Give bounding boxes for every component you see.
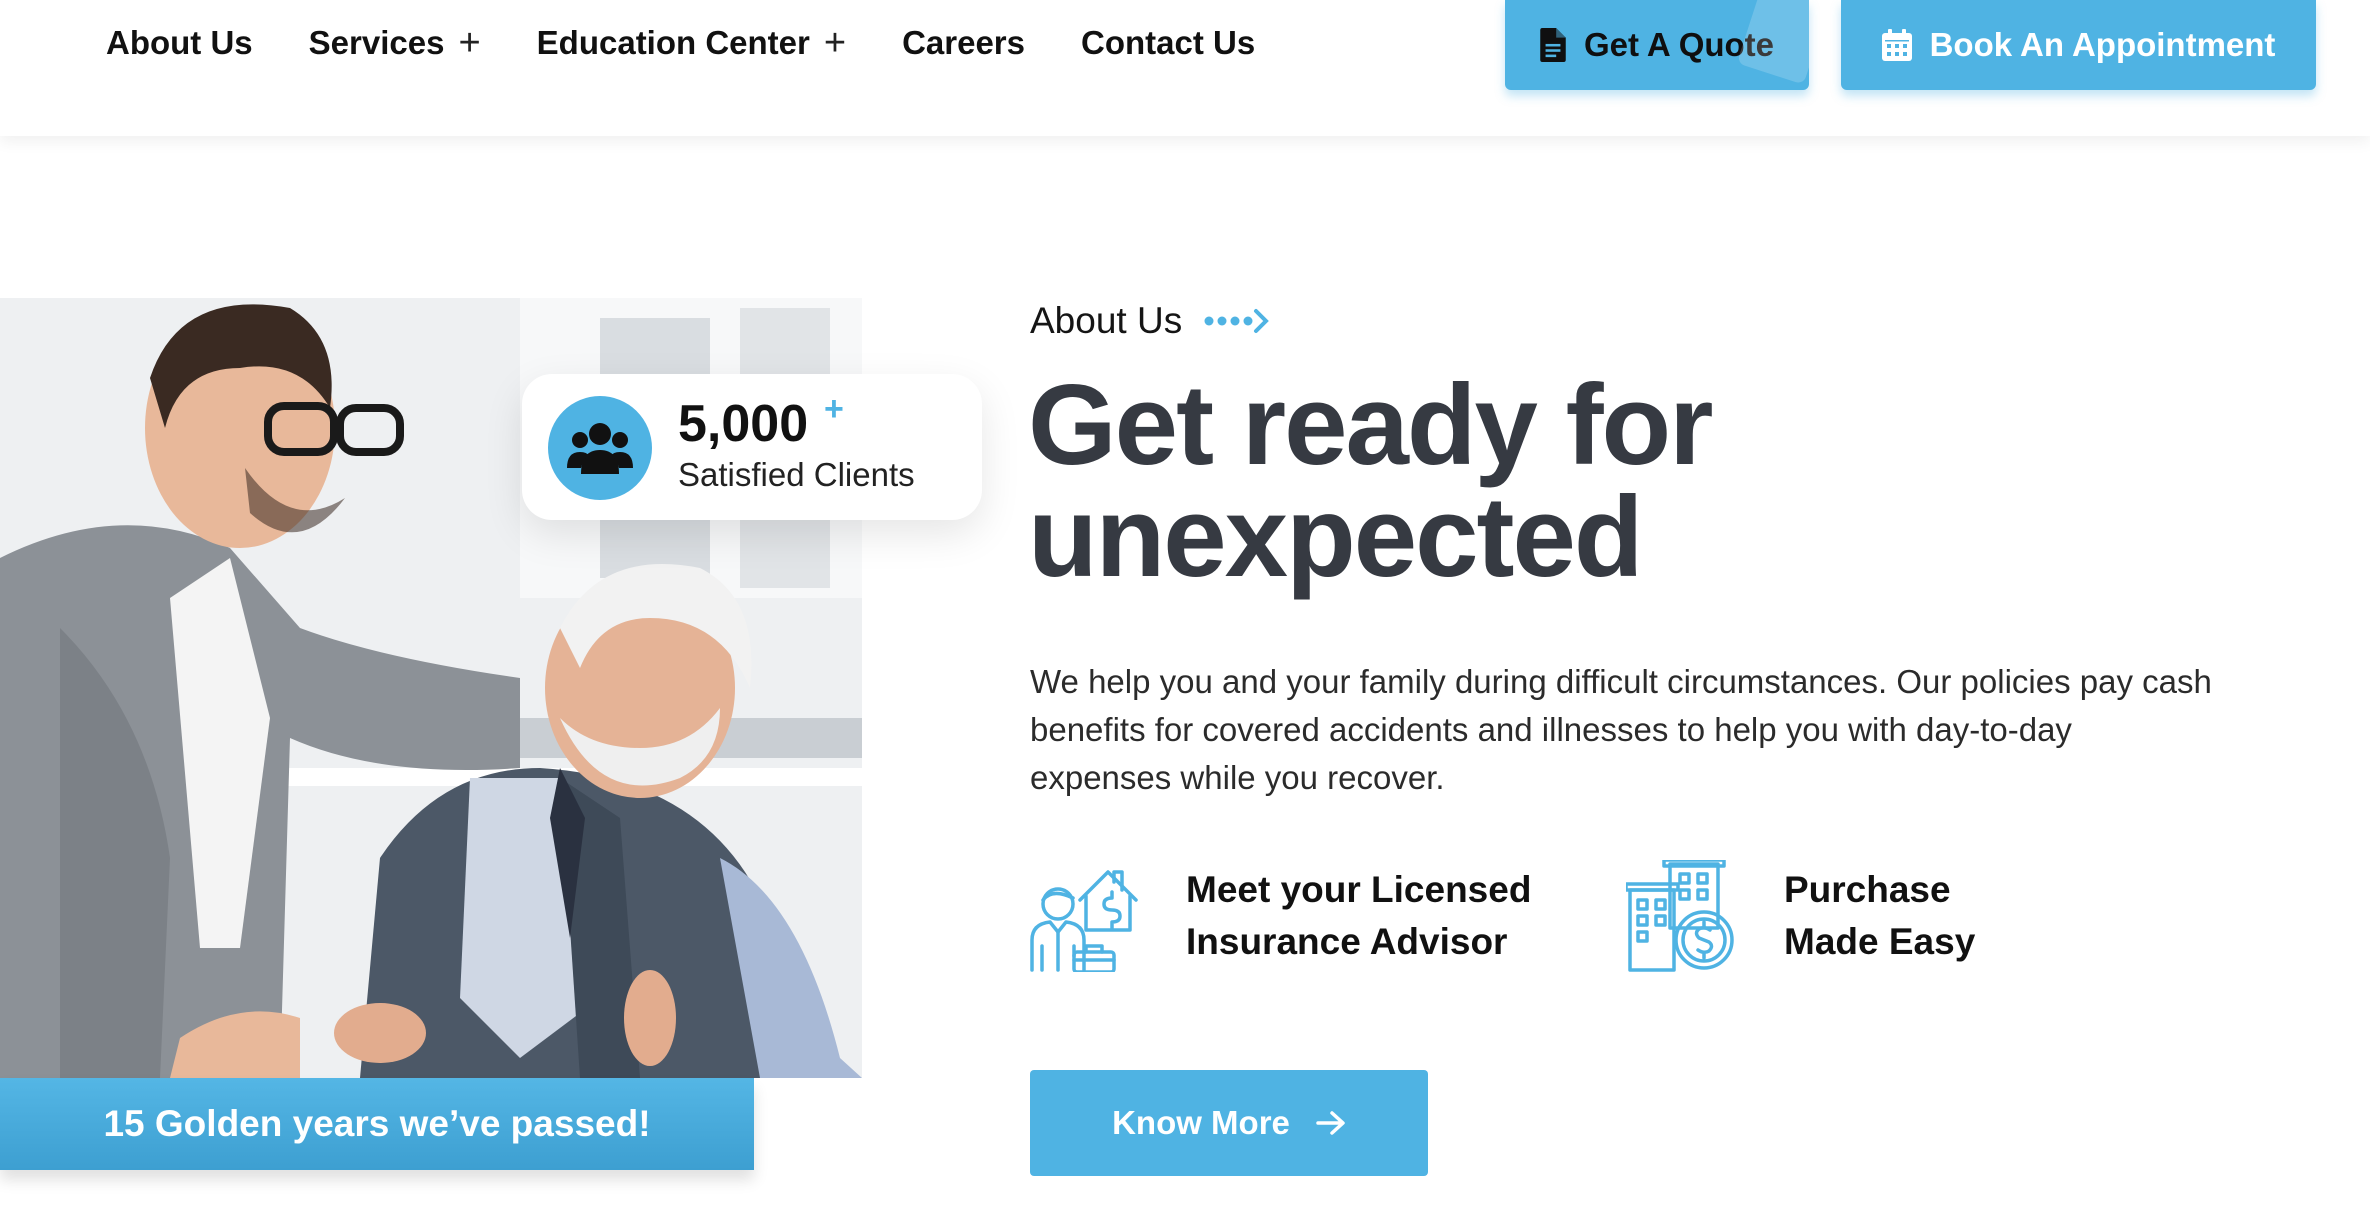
nav-education-center[interactable]: Education Center + bbox=[537, 24, 846, 62]
calendar-icon bbox=[1881, 29, 1912, 61]
nav-services-label: Services bbox=[308, 24, 445, 61]
headline-line-2: unexpected bbox=[1028, 474, 1644, 601]
page-headline: Get ready for unexpected bbox=[1028, 369, 2228, 595]
feature-purchase-line-2: Made Easy bbox=[1784, 921, 1976, 962]
nav-careers[interactable]: Careers bbox=[902, 24, 1025, 62]
nav-careers-label: Careers bbox=[902, 24, 1025, 61]
arrow-right-icon bbox=[1316, 1111, 1345, 1135]
feature-advisor-line-1: Meet your Licensed bbox=[1186, 869, 1532, 910]
nav-services[interactable]: Services + bbox=[309, 24, 481, 62]
document-icon bbox=[1540, 28, 1566, 62]
users-group-icon bbox=[548, 396, 652, 500]
nav-contact-us[interactable]: Contact Us bbox=[1081, 24, 1255, 62]
feature-title-purchase: Purchase Made Easy bbox=[1784, 864, 2044, 968]
satisfied-clients-card: 5,000 + Satisfied Clients bbox=[522, 374, 982, 520]
know-more-button[interactable]: Know More bbox=[1030, 1070, 1428, 1176]
get-quote-button[interactable]: Get A Quote bbox=[1505, 0, 1809, 90]
feature-purchase-easy: Purchase Made Easy bbox=[1626, 860, 2044, 972]
feature-title-advisor: Meet your Licensed Insurance Advisor bbox=[1186, 864, 1566, 968]
nav-about-us[interactable]: About Us bbox=[106, 24, 253, 62]
about-description: We help you and your family during diffi… bbox=[1030, 663, 2212, 796]
know-more-label: Know More bbox=[1112, 1104, 1290, 1141]
main-nav: About Us Services + Education Center + C… bbox=[106, 18, 1311, 68]
golden-years-banner: 15 Golden years we’ve passed! bbox=[0, 1078, 754, 1170]
book-appointment-button[interactable]: Book An Appointment bbox=[1841, 0, 2316, 90]
feature-licensed-advisor: Meet your Licensed Insurance Advisor bbox=[1028, 860, 1566, 972]
advisor-house-icon bbox=[1030, 870, 1138, 972]
section-eyebrow: About Us bbox=[1030, 300, 1270, 342]
building-coin-icon bbox=[1626, 860, 1734, 972]
book-appointment-label: Book An Appointment bbox=[1929, 26, 2276, 63]
dots-arrow-icon bbox=[1204, 309, 1270, 333]
eyebrow-text: About Us bbox=[1030, 300, 1183, 341]
stats-label: Satisfied Clients bbox=[678, 456, 915, 493]
feature-advisor-line-2: Insurance Advisor bbox=[1186, 921, 1508, 962]
nav-about-us-label: About Us bbox=[106, 24, 253, 61]
plus-icon[interactable]: + bbox=[458, 24, 480, 62]
nav-contact-us-label: Contact Us bbox=[1081, 24, 1256, 61]
golden-years-text: 15 Golden years we’ve passed! bbox=[103, 1103, 651, 1144]
plus-icon[interactable]: + bbox=[824, 24, 846, 62]
stats-number: 5,000 bbox=[678, 395, 809, 453]
stats-plus: + bbox=[824, 390, 844, 428]
nav-education-center-label: Education Center bbox=[536, 24, 810, 61]
decorative-shape bbox=[1736, 0, 1809, 85]
feature-purchase-line-1: Purchase bbox=[1784, 869, 1951, 910]
headline-line-1: Get ready for bbox=[1028, 362, 1714, 489]
site-header: About Us Services + Education Center + C… bbox=[0, 0, 2370, 136]
